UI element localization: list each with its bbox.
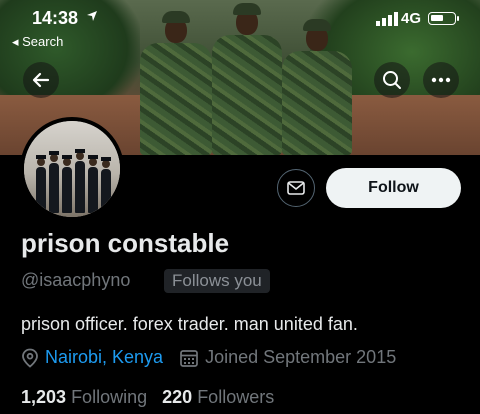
joined-label: Joined September 2015 (205, 347, 397, 367)
status-time: 14:38 (32, 8, 79, 28)
display-name: prison constable (21, 228, 230, 258)
followers-count: 220 (162, 387, 193, 407)
avatar-figure (62, 155, 72, 213)
search-icon (383, 71, 401, 89)
joined-date: Joined September 2015 (179, 347, 396, 368)
follows-you-badge: Follows you (164, 269, 270, 293)
following-link[interactable]: 1,203 Following (21, 387, 147, 407)
banner-soldier-3 (282, 19, 352, 155)
arrow-left-icon (32, 72, 50, 88)
back-button[interactable] (23, 62, 59, 98)
network-type: 4G (401, 10, 422, 27)
banner-soldier-1 (140, 11, 212, 155)
battery-icon (428, 12, 456, 25)
message-button[interactable] (277, 169, 315, 207)
back-to-app-link[interactable]: ◂ Search (12, 34, 63, 50)
calendar-icon (180, 349, 198, 367)
search-button[interactable] (374, 62, 410, 98)
followers-label: Followers (197, 387, 275, 407)
profile-bio: prison officer. forex trader. man united… (21, 314, 358, 334)
profile-meta: Nairobi, Kenya Joined September 2015 (21, 347, 396, 368)
profile-location[interactable]: Nairobi, Kenya (45, 347, 163, 368)
avatar-figure (88, 155, 98, 213)
profile-avatar[interactable] (20, 117, 124, 221)
back-app-label: Search (22, 34, 64, 49)
avatar-figure (75, 149, 85, 213)
followers-link[interactable]: 220 Followers (162, 387, 274, 407)
signal-icon (376, 12, 398, 26)
follow-button[interactable]: Follow (326, 168, 461, 208)
more-button[interactable] (423, 62, 459, 98)
location-pin-icon (22, 348, 38, 368)
battery-nub (457, 16, 459, 21)
avatar-figure (49, 151, 59, 213)
profile-handle: @isaacphyno (21, 270, 131, 290)
profile-stats: 1,203 Following 220 Followers (21, 387, 274, 408)
following-count: 1,203 (21, 387, 67, 407)
avatar-figure (36, 155, 46, 213)
avatar-figure (101, 157, 111, 213)
banner-soldier-2 (212, 3, 282, 155)
following-label: Following (71, 387, 148, 407)
more-icon (431, 77, 451, 83)
envelope-icon (287, 181, 305, 195)
location-arrow-icon (87, 11, 97, 21)
